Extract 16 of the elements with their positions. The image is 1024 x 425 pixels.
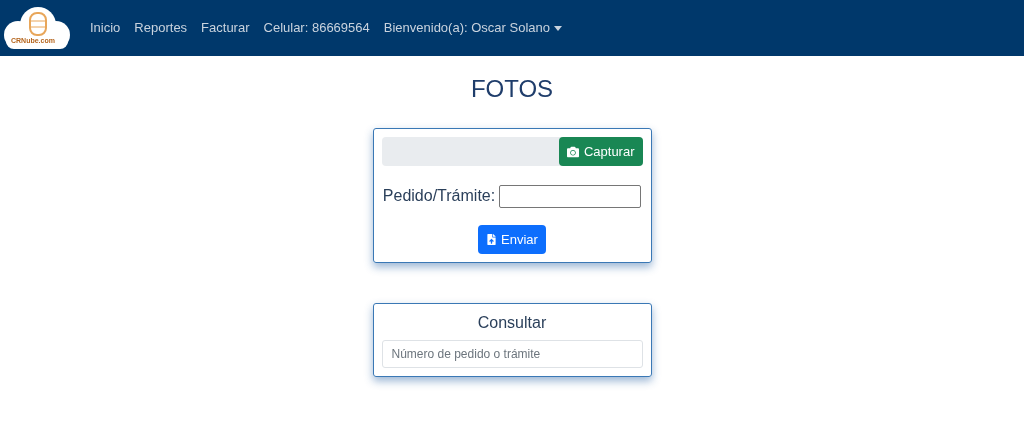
file-upload-icon	[486, 234, 498, 245]
file-input-group[interactable]: Capturar	[381, 137, 643, 166]
nav-link[interactable]: Celular: 86669564	[263, 18, 370, 38]
user-dropdown[interactable]: Bienvenido(a): Oscar Solano	[383, 18, 562, 38]
order-input-field[interactable]	[499, 184, 642, 208]
nav-link[interactable]: Facturar	[201, 18, 250, 38]
card-title: Consultar	[477, 313, 547, 333]
caret-icon	[553, 25, 562, 31]
search-input-field[interactable]: Número de pedido o trámite	[381, 340, 643, 368]
camera-icon	[566, 145, 579, 158]
nav-link[interactable]: Reportes	[134, 18, 188, 38]
page-title: FOTOS	[469, 74, 555, 104]
nav-link[interactable]: Inicio	[90, 18, 121, 38]
field-label: Pedido/Trámite:	[382, 186, 496, 206]
send-button[interactable]: Enviar	[478, 225, 546, 254]
capture-button[interactable]: Capturar	[558, 137, 643, 166]
